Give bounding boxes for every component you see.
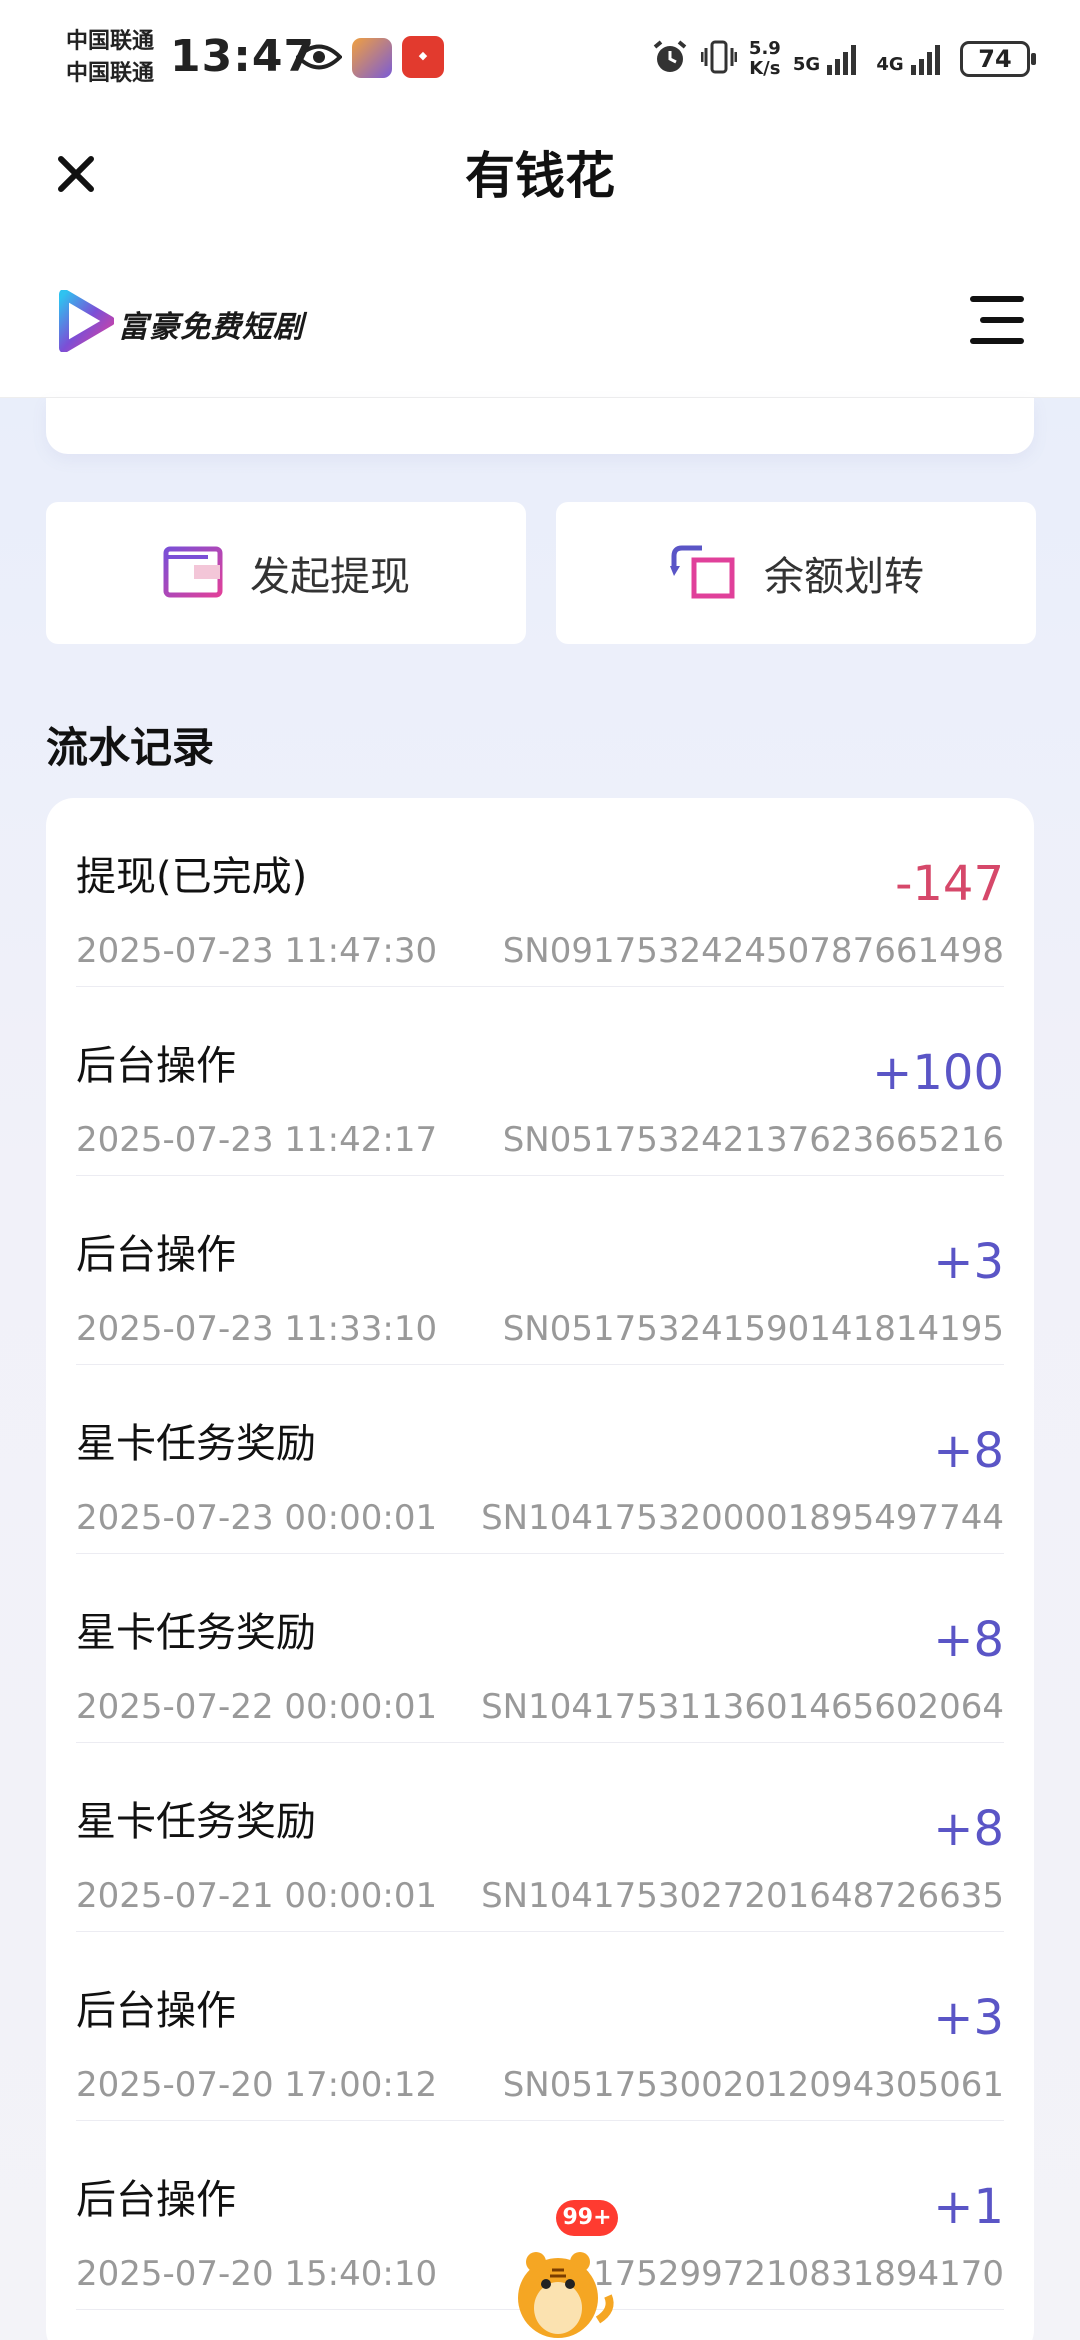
navigation-bar: 有钱花 (0, 120, 1080, 230)
app-notification-icon-2: ◆ (402, 36, 444, 78)
record-time: 2025-07-21 00:00:01 (76, 1876, 438, 1916)
record-amount: +3 (933, 1234, 1004, 1290)
record-title: 提现(已完成) (76, 854, 308, 900)
record-title: 后台操作 (76, 1988, 236, 2034)
withdraw-button[interactable]: 发起提现 (46, 502, 526, 644)
signal-5g-label: 5G (792, 54, 821, 75)
record-serial: SN051753002012094305061 (502, 2065, 1004, 2105)
record-amount: +8 (933, 1423, 1004, 1479)
record-serial: SN0917532424507876614​98 (502, 931, 1004, 971)
record-serial: SN1041753200001895497744 (481, 1498, 1004, 1538)
record-amount: +100 (872, 1045, 1004, 1101)
transfer-label: 余额划转 (764, 554, 924, 600)
menu-icon-line (980, 317, 1024, 323)
record-time: 2025-07-20 15:40:10 (76, 2254, 438, 2294)
record-time: 2025-07-20 17:00:12 (76, 2065, 438, 2105)
record-amount: -147 (895, 856, 1004, 912)
record-title: 后台操作 (76, 1043, 236, 1089)
list-item[interactable]: 后台操作 +100 2025-07-23 11:42:17 SN05175324… (76, 987, 1004, 1176)
speed-unit: K/s (749, 58, 781, 79)
balance-card-bottom (46, 398, 1034, 454)
vibrate-icon (700, 38, 738, 80)
carrier-1: 中国联通 (66, 29, 155, 54)
page-title: 有钱花 (465, 147, 615, 205)
record-time: 2025-07-23 11:47:30 (76, 931, 438, 971)
app-logo-text: 富豪免费短剧 (118, 310, 304, 345)
section-title: 流水记录 (46, 723, 215, 772)
app-notification-icon (352, 38, 392, 78)
record-time: 2025-07-22 00:00:01 (76, 1687, 438, 1727)
battery-indicator: 74 (960, 41, 1036, 77)
withdraw-label: 发起提现 (250, 554, 410, 600)
carrier-names: 中国联通 中国联通 (66, 26, 154, 90)
record-time: 2025-07-23 11:33:10 (76, 1309, 438, 1349)
record-time: 2025-07-23 00:00:01 (76, 1498, 438, 1538)
speed-value: 5.9 (748, 38, 781, 59)
signal-4g: 4G (876, 43, 948, 75)
eye-icon (295, 42, 343, 76)
list-item[interactable]: 星卡任务奖励 +8 2025-07-23 00:00:01 SN10417532… (76, 1365, 1004, 1554)
list-item[interactable]: 星卡任务奖励 +8 2025-07-21 00:00:01 SN10417530… (76, 1743, 1004, 1932)
app-logo-icon[interactable] (56, 289, 115, 356)
record-title: 星卡任务奖励 (76, 1610, 316, 1656)
transfer-button[interactable]: 余额划转 (556, 502, 1036, 644)
record-title: 星卡任务奖励 (76, 1421, 316, 1467)
list-item[interactable]: 后台操作 +3 2025-07-20 17:00:12 SN0517530020… (76, 1932, 1004, 2121)
menu-icon-line (970, 338, 1024, 344)
record-time: 2025-07-23 11:42:17 (76, 1120, 438, 1160)
record-serial: 51752997210831894170 (571, 2254, 1004, 2294)
record-amount: +1 (933, 2179, 1004, 2235)
network-speed: 5.9 K/s (749, 39, 781, 79)
records-list: 提现(已完成) -147 2025-07-23 11:47:30 SN09175… (46, 798, 1034, 2340)
record-amount: +8 (933, 1801, 1004, 1857)
menu-icon-line (970, 296, 1024, 302)
notification-badge: 99+ (556, 2200, 618, 2236)
record-serial: SN1041753027201648726635 (481, 1876, 1004, 1916)
record-amount: +3 (933, 1990, 1004, 2046)
record-serial: SN051753242137623665216 (502, 1120, 1004, 1160)
status-time: 13:47 (170, 31, 316, 82)
transfer-icon (668, 540, 738, 606)
signal-4g-label: 4G (876, 54, 904, 75)
list-item[interactable]: 后台操作 +3 2025-07-23 11:33:10 SN0517532415… (76, 1176, 1004, 1365)
signal-5g: 5G (793, 43, 865, 75)
status-indicators: 5.9 K/s 5G 4G 74 (651, 34, 1036, 84)
wallet-icon (162, 543, 224, 603)
record-title: 后台操作 (76, 1232, 236, 1278)
list-item[interactable]: 提现(已完成) -147 2025-07-23 11:47:30 SN09175… (76, 798, 1004, 987)
record-amount: +8 (933, 1612, 1004, 1668)
record-serial: SN1041753113601465602064 (481, 1687, 1004, 1727)
list-item[interactable]: 星卡任务奖励 +8 2025-07-22 00:00:01 SN10417531… (76, 1554, 1004, 1743)
app-header: 富豪免费短剧 (0, 230, 1080, 398)
carrier-2: 中国联通 (66, 61, 155, 86)
menu-button[interactable] (964, 294, 1024, 346)
record-title: 后台操作 (76, 2177, 236, 2223)
record-serial: SN051753241590141814195 (502, 1309, 1004, 1349)
record-title: 星卡任务奖励 (76, 1799, 316, 1845)
status-bar: 中国联通 中国联通 13:47 ◆ 5.9 K/s 5G 4G 74 (0, 0, 1080, 120)
alarm-icon (651, 38, 689, 80)
